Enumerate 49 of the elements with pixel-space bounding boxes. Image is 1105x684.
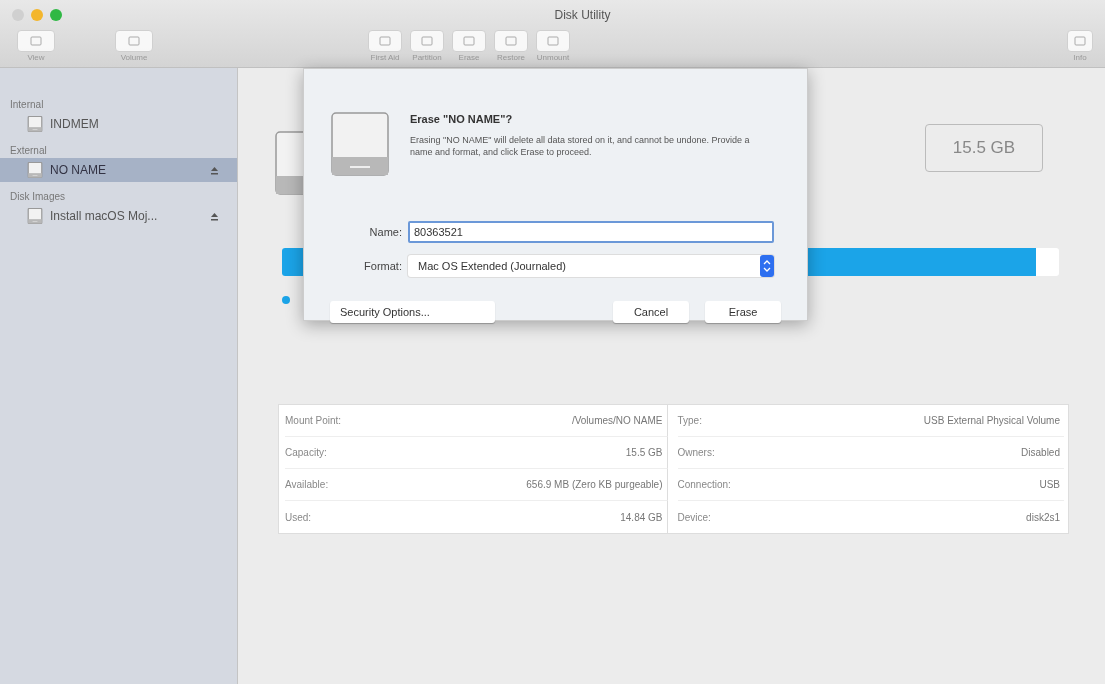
dialog-message: Erasing "NO NAME" will delete all data stored on it, and cannot be undone. Provide a name and format, and click Erase to proceed. bbox=[410, 133, 751, 158]
sidebar-item-label: NO NAME bbox=[50, 162, 107, 179]
eject-icon[interactable] bbox=[210, 211, 219, 221]
dialog-title: Erase "NO NAME"? bbox=[410, 112, 514, 127]
tool-icon bbox=[547, 36, 559, 46]
format-label: Format: bbox=[363, 258, 402, 274]
name-field[interactable]: 80363521 bbox=[408, 221, 774, 243]
sidebar-item-label: Install macOS Moj... bbox=[50, 208, 159, 225]
info-label: Mount Point: bbox=[285, 414, 342, 428]
sidebar-section-title: Internal bbox=[9, 98, 45, 112]
format-dropdown[interactable]: Mac OS Extended (Journaled) bbox=[408, 255, 774, 277]
info-value: USB bbox=[1039, 478, 1060, 492]
info-label: Connection: bbox=[677, 478, 731, 492]
sidebar-item-label: INDMEM bbox=[50, 116, 100, 133]
tool-icon bbox=[1074, 36, 1086, 46]
info-label: Device: bbox=[677, 510, 711, 525]
dialog-button[interactable]: Security Options... bbox=[330, 301, 495, 323]
tool-icon bbox=[463, 36, 475, 46]
stepper-icon bbox=[760, 255, 774, 277]
info-value: 656.9 MB (Zero KB purgeable) bbox=[526, 478, 663, 492]
info-label: Used: bbox=[285, 510, 312, 525]
dialog-button[interactable]: Erase bbox=[705, 301, 781, 323]
sidebar-item[interactable]: INDMEM bbox=[0, 112, 237, 136]
name-label: Name: bbox=[368, 224, 402, 240]
info-label: Owners: bbox=[677, 446, 715, 460]
dialog-button[interactable]: Cancel bbox=[613, 301, 689, 323]
info-value: 14.84 GB bbox=[620, 510, 663, 525]
info-value: /Volumes/NO NAME bbox=[571, 414, 663, 428]
info-value: USB External Physical Volume bbox=[923, 414, 1060, 428]
info-label: Type: bbox=[677, 414, 702, 428]
window-title: Disk Utility bbox=[553, 7, 611, 24]
eject-icon[interactable] bbox=[210, 165, 219, 175]
tool-icon bbox=[128, 36, 140, 46]
capacity-box: 15.5 GB bbox=[925, 124, 1043, 172]
info-value: Disabled bbox=[1021, 446, 1060, 460]
sidebar-item[interactable]: Install macOS Moj... bbox=[0, 204, 237, 228]
info-value: 15.5 GB bbox=[625, 446, 663, 460]
zoom-button[interactable] bbox=[50, 9, 62, 21]
info-label: Capacity: bbox=[285, 446, 327, 460]
info-value: disk2s1 bbox=[1026, 510, 1060, 525]
sidebar-section-title: Disk Images bbox=[9, 190, 66, 204]
sidebar-item[interactable]: NO NAME bbox=[0, 158, 237, 182]
tool-icon bbox=[30, 36, 42, 46]
sidebar-section-title: External bbox=[9, 144, 48, 158]
info-label: Available: bbox=[285, 478, 329, 492]
tool-icon bbox=[379, 36, 391, 46]
tool-icon bbox=[505, 36, 517, 46]
minimize-button[interactable] bbox=[31, 9, 43, 21]
tool-icon bbox=[421, 36, 433, 46]
